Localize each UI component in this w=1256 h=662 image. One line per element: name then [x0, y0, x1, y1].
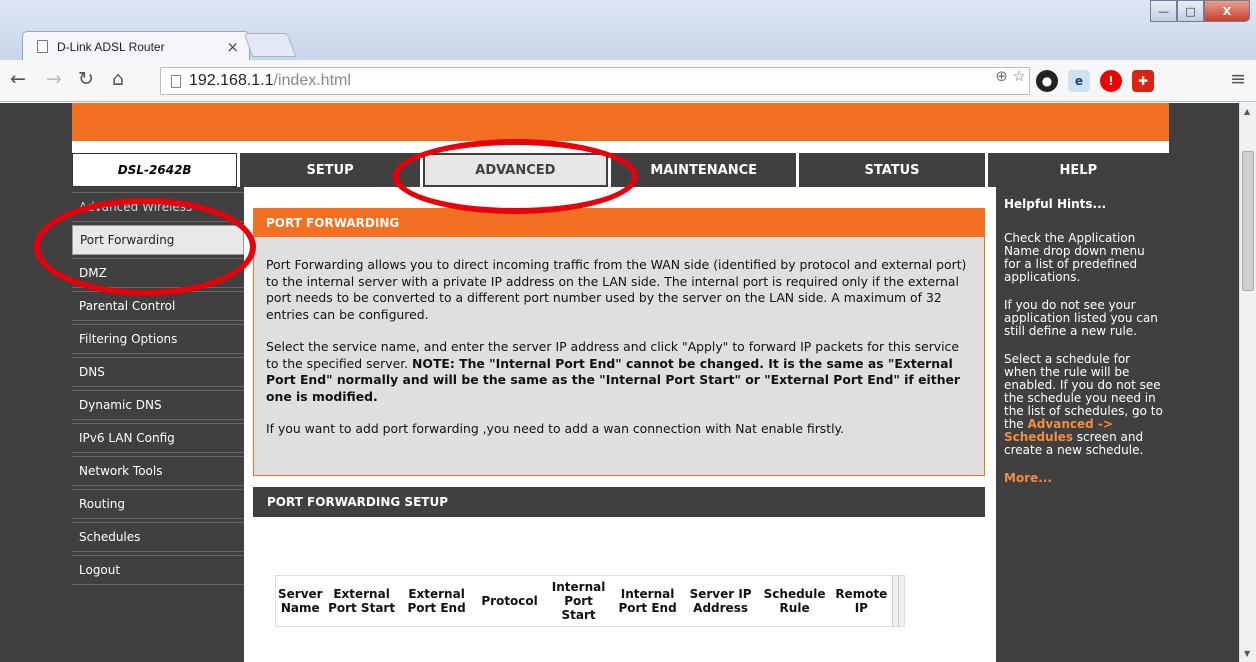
browser-menu-icon[interactable]: ≡ — [1230, 68, 1246, 90]
setup-title: PORT FORWARDING SETUP — [253, 487, 985, 517]
page-viewport: DSL-2642B SETUP ADVANCED MAINTENANCE STA… — [0, 103, 1256, 662]
window-controls: — □ X — [1150, 0, 1250, 22]
scroll-thumb[interactable] — [1242, 151, 1254, 291]
sidebar-item-port-forwarding[interactable]: Port Forwarding — [72, 225, 244, 255]
column-header: Server Name — [278, 587, 323, 615]
browser-titlebar: D-Link ADSL Router × — □ X — [0, 0, 1256, 61]
page-favicon-icon — [37, 40, 48, 53]
extension-plus-icon[interactable]: ✚ — [1132, 70, 1154, 92]
tab-maintenance[interactable]: MAINTENANCE — [611, 153, 797, 187]
top-navigation: DSL-2642B SETUP ADVANCED MAINTENANCE STA… — [72, 153, 1169, 187]
column-header: Protocol — [481, 594, 538, 608]
sidebar-item-filtering-options[interactable]: Filtering Options — [72, 324, 244, 354]
extension-ie-icon[interactable]: e — [1068, 70, 1090, 92]
description-paragraph: If you want to add port forwarding ,you … — [266, 421, 845, 436]
hint-text: Check the Application Name drop down men… — [1004, 231, 1145, 284]
maximize-button[interactable]: □ — [1177, 0, 1204, 22]
tab-help[interactable]: HELP — [987, 153, 1169, 187]
column-header: Schedule Rule — [763, 587, 826, 615]
tab-title: D-Link ADSL Router — [57, 39, 165, 54]
column-header: Remote IP — [835, 587, 888, 615]
tab-advanced[interactable]: ADVANCED — [422, 153, 609, 187]
column-header: Internal Port End — [618, 587, 677, 615]
sidebar-item-dns[interactable]: DNS — [72, 357, 244, 387]
scroll-down-icon[interactable]: ▼ — [1244, 649, 1250, 658]
scroll-up-icon[interactable]: ▲ — [1244, 107, 1250, 116]
sidebar-item-dmz[interactable]: DMZ — [72, 258, 244, 288]
column-header: External Port Start — [328, 587, 396, 615]
forward-arrow-icon[interactable]: → — [46, 68, 62, 90]
minimize-button[interactable]: — — [1150, 0, 1177, 22]
port-forwarding-setup-section: PORT FORWARDING SETUP Server Name Extern… — [253, 487, 985, 662]
model-label: DSL-2642B — [72, 153, 238, 187]
browser-tab[interactable]: D-Link ADSL Router × — [22, 31, 250, 61]
back-arrow-icon[interactable]: ← — [10, 68, 26, 90]
sidebar-item-parental-control[interactable]: Parental Control — [72, 291, 244, 321]
column-header: Server IP Address — [689, 587, 752, 615]
sidebar-item-ipv6-lan-config[interactable]: IPv6 LAN Config — [72, 423, 244, 453]
tab-setup[interactable]: SETUP — [240, 153, 420, 187]
table-header-row: Server Name External Port Start External… — [276, 575, 905, 627]
header-banner — [72, 103, 1169, 141]
vertical-scrollbar[interactable]: ▲ ▼ — [1239, 103, 1256, 662]
tab-status[interactable]: STATUS — [799, 153, 985, 187]
home-icon[interactable]: ⌂ — [112, 68, 124, 90]
sidebar-item-advanced-wireless[interactable]: Advanced Wireless — [72, 192, 244, 222]
close-window-button[interactable]: X — [1204, 0, 1250, 22]
column-filler — [898, 575, 905, 627]
tab-close-icon[interactable]: × — [226, 38, 239, 56]
sidebar-item-network-tools[interactable]: Network Tools — [72, 456, 244, 486]
sidebar-item-routing[interactable]: Routing — [72, 489, 244, 519]
column-header: External Port End — [407, 587, 466, 615]
sidebar: Advanced Wireless Port Forwarding DMZ Pa… — [72, 187, 244, 662]
main-content: PORT FORWARDING Port Forwarding allows y… — [244, 187, 994, 662]
description-paragraph: Select the service name, and enter the s… — [266, 339, 970, 405]
section-title: PORT FORWARDING — [254, 209, 984, 237]
sidebar-item-dynamic-dns[interactable]: Dynamic DNS — [72, 390, 244, 420]
helpful-hints-panel: Helpful Hints... Check the Application N… — [996, 187, 1169, 662]
zoom-and-bookmark-icons[interactable]: ⊕ ☆ — [995, 67, 1026, 85]
url-path: /index.html — [273, 72, 351, 89]
reload-icon[interactable]: ↻ — [78, 68, 94, 90]
section-description: Port Forwarding allows you to direct inc… — [254, 237, 984, 438]
hint-text: Select a schedule for when the rule will… — [1004, 353, 1165, 457]
sidebar-item-logout[interactable]: Logout — [72, 555, 244, 585]
more-link[interactable]: More... — [1004, 472, 1165, 485]
sidebar-item-schedules[interactable]: Schedules — [72, 522, 244, 552]
extension-alert-icon[interactable]: ! — [1100, 70, 1122, 92]
extension-color-icon[interactable]: ● — [1036, 70, 1058, 92]
hints-title: Helpful Hints... — [1004, 197, 1107, 211]
column-header: Internal Port Start — [551, 580, 606, 622]
url-host: 192.168.1.1 — [189, 72, 274, 89]
address-bar[interactable]: 192.168.1.1 /index.html — [160, 67, 1030, 95]
router-page: DSL-2642B SETUP ADVANCED MAINTENANCE STA… — [72, 103, 1169, 662]
banner-spacer — [72, 141, 1169, 153]
port-forwarding-section: PORT FORWARDING Port Forwarding allows y… — [253, 208, 985, 476]
port-forwarding-table: Server Name External Port Start External… — [275, 575, 906, 627]
browser-toolbar: ← → ↻ ⌂ 192.168.1.1 /index.html ⊕ ☆ ● e … — [0, 60, 1256, 102]
new-tab-button[interactable] — [243, 33, 297, 57]
page-icon — [171, 74, 181, 88]
description-paragraph: Port Forwarding allows you to direct inc… — [266, 257, 967, 322]
hint-text: If you do not see your application liste… — [1004, 298, 1158, 338]
